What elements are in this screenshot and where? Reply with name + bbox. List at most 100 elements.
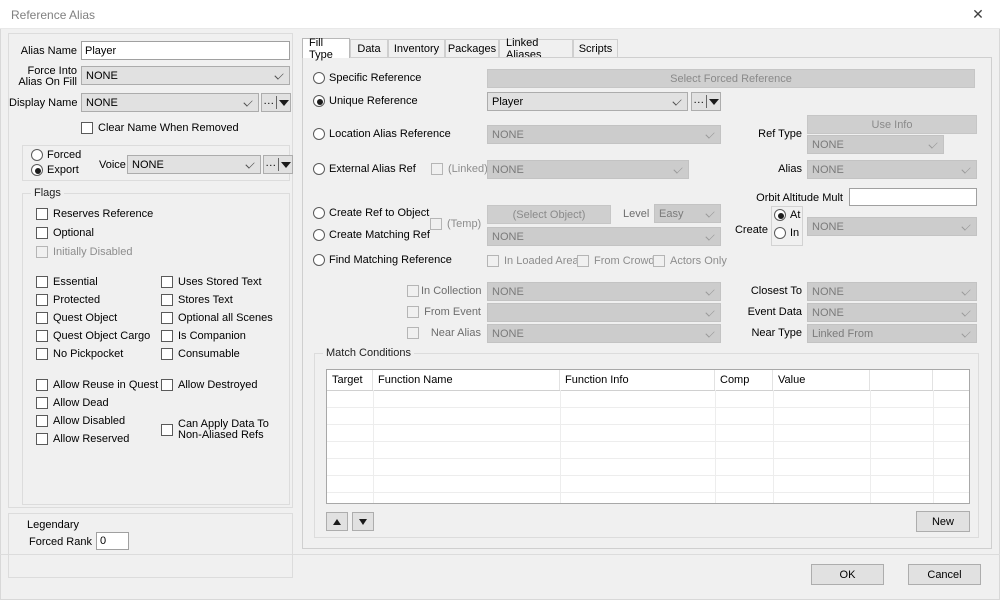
checkbox-box [36, 348, 48, 360]
voice-dropdown[interactable]: NONE [127, 155, 261, 174]
column-header-function-name[interactable]: Function Name [373, 370, 560, 390]
flag-essential[interactable]: Essential [36, 276, 98, 288]
column-header-value[interactable]: Value [773, 370, 870, 390]
location-alias-value: NONE [492, 128, 524, 141]
tab-data[interactable]: Data [350, 39, 388, 58]
forced-rank-input[interactable]: 0 [96, 532, 129, 550]
alias-name-input[interactable]: Player [81, 41, 290, 60]
row-divider [327, 441, 969, 442]
fill-mode-group: Forced Export Voice NONE ... [22, 145, 293, 181]
flag-optional[interactable]: Optional [36, 227, 94, 239]
temp-checkbox: (Temp) [430, 218, 481, 230]
voice-ellipsis-button[interactable]: ... [263, 155, 293, 174]
new-condition-button[interactable]: New [916, 511, 970, 532]
flag-is-companion[interactable]: Is Companion [161, 330, 246, 342]
column-header-extra-2[interactable] [933, 370, 969, 390]
flag-allow-destroyed[interactable]: Allow Destroyed [161, 379, 257, 391]
flag-no-pickpocket[interactable]: No Pickpocket [36, 348, 123, 360]
move-up-button[interactable] [326, 512, 348, 531]
flag-reserves-reference[interactable]: Reserves Reference [36, 208, 153, 220]
triangle-down-icon[interactable] [277, 94, 290, 111]
triangle-down-icon[interactable] [279, 156, 292, 173]
column-header-extra-1[interactable] [870, 370, 933, 390]
flag-label-line2: Non-Aliased Refs [178, 429, 264, 441]
move-down-button[interactable] [352, 512, 374, 531]
create-in-label: In [790, 227, 800, 239]
in-collection-checkbox [407, 285, 419, 297]
select-forced-reference-button[interactable]: Select Forced Reference [487, 69, 975, 88]
cancel-button[interactable]: Cancel [908, 564, 981, 585]
near-type-value: Linked From [812, 327, 874, 340]
flag-allow-reuse-in-quest[interactable]: Allow Reuse in Quest [36, 379, 158, 391]
flag-can-apply-data-to-non-aliased-refs[interactable]: Can Apply Data To Non-Aliased Refs [161, 419, 274, 441]
use-info-button[interactable]: Use Info [807, 115, 977, 134]
external-alias-ref-radio[interactable]: External Alias Ref [313, 163, 416, 175]
ok-button[interactable]: OK [811, 564, 884, 585]
flag-quest-object[interactable]: Quest Object [36, 312, 117, 324]
flag-allow-dead[interactable]: Allow Dead [36, 397, 109, 409]
specific-reference-label: Specific Reference [329, 72, 422, 84]
event-data-dropdown: NONE [807, 303, 977, 322]
create-at-radio[interactable]: At [774, 209, 800, 221]
unique-reference-radio[interactable]: Unique Reference [313, 95, 418, 107]
clear-name-when-removed-checkbox[interactable]: Clear Name When Removed [81, 122, 239, 134]
column-header-comp[interactable]: Comp [715, 370, 773, 390]
specific-reference-radio[interactable]: Specific Reference [313, 72, 421, 84]
unique-reference-ellipsis-button[interactable]: ... [691, 92, 721, 111]
checkbox-box [36, 208, 48, 220]
unique-reference-dropdown[interactable]: Player [487, 92, 688, 111]
flag-label: Allow Dead [53, 397, 109, 409]
flag-optional-all-scenes[interactable]: Optional all Scenes [161, 312, 273, 324]
force-into-alias-dropdown[interactable]: NONE [81, 66, 290, 85]
tab-packages[interactable]: Packages [445, 39, 499, 58]
clear-name-when-removed-label: Clear Name When Removed [98, 122, 239, 134]
display-name-ellipsis-button[interactable]: ... [261, 93, 291, 112]
flag-label: Is Companion [178, 330, 246, 342]
create-ref-to-object-radio[interactable]: Create Ref to Object [313, 207, 429, 219]
flag-allow-disabled[interactable]: Allow Disabled [36, 415, 125, 427]
checkbox-box [36, 415, 48, 427]
chevron-down-icon [243, 96, 253, 107]
tab-fill-type[interactable]: Fill Type [302, 36, 350, 61]
close-icon[interactable]: ✕ [956, 0, 1000, 28]
column-header-function-info[interactable]: Function Info [560, 370, 715, 390]
checkbox-box [431, 163, 443, 175]
near-type-label: Near Type [751, 327, 802, 339]
create-at-label: At [790, 209, 801, 221]
near-alias-dropdown: NONE [487, 324, 721, 343]
column-header-target[interactable]: Target [327, 370, 373, 390]
export-radio[interactable]: Export [31, 164, 79, 176]
near-type-dropdown: Linked From [807, 324, 977, 343]
tab-inventory[interactable]: Inventory [388, 39, 445, 58]
flag-allow-reserved[interactable]: Allow Reserved [36, 433, 129, 445]
flag-stores-text[interactable]: Stores Text [161, 294, 233, 306]
location-alias-reference-radio[interactable]: Location Alias Reference [313, 128, 451, 140]
actors-only-checkbox: Actors Only [653, 255, 727, 267]
ref-type-label: Ref Type [758, 128, 802, 140]
row-divider [327, 475, 969, 476]
external-alias-ref-label: External Alias Ref [329, 163, 416, 175]
checkbox-box [161, 348, 173, 360]
select-object-button[interactable]: (Select Object) [487, 205, 611, 224]
flag-label: Allow Reuse in Quest [53, 379, 159, 391]
flag-quest-object-cargo[interactable]: Quest Object Cargo [36, 330, 150, 342]
orbit-altitude-mult-input[interactable] [849, 188, 977, 206]
display-name-dropdown[interactable]: NONE [81, 93, 259, 112]
forced-radio[interactable]: Forced [31, 149, 81, 161]
tab-label: Fill Type [309, 36, 333, 61]
tab-scripts[interactable]: Scripts [573, 39, 618, 58]
flag-protected[interactable]: Protected [36, 294, 100, 306]
linked-label: (Linked) [448, 163, 488, 175]
checkbox-box [430, 218, 442, 230]
triangle-down-icon[interactable] [707, 93, 720, 110]
flag-uses-stored-text[interactable]: Uses Stored Text [161, 276, 262, 288]
flag-consumable[interactable]: Consumable [161, 348, 240, 360]
create-in-radio[interactable]: In [774, 227, 799, 239]
radio-circle [313, 229, 325, 241]
chevron-down-icon [705, 207, 715, 218]
from-event-label: From Event [424, 306, 481, 318]
create-matching-ref-radio[interactable]: Create Matching Ref [313, 229, 430, 241]
tab-linked-aliases[interactable]: Linked Aliases [499, 37, 573, 61]
find-matching-reference-radio[interactable]: Find Matching Reference [313, 254, 452, 266]
match-conditions-table[interactable]: Target Function Name Function Info Comp … [326, 369, 970, 504]
